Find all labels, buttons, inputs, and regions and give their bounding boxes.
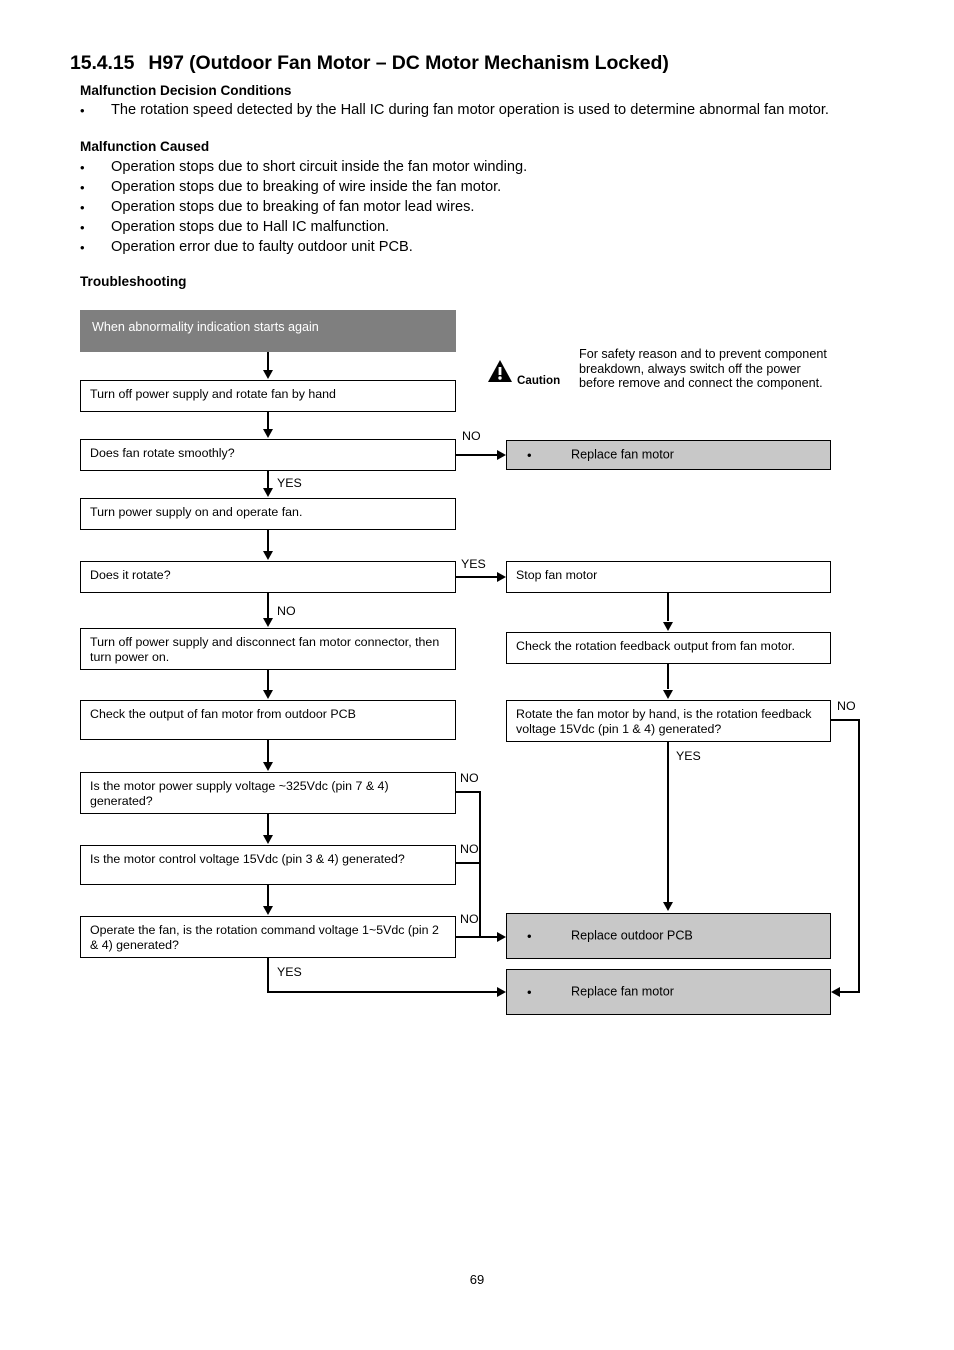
edge-label-no-power-supply: NO <box>460 771 479 785</box>
flow-node-stop-fan-motor: Stop fan motor <box>506 561 831 593</box>
flow-node-motor-control-voltage: Is the motor control voltage 15Vdc (pin … <box>80 845 456 885</box>
bullet-glyph: • <box>527 984 532 1000</box>
connector-line <box>456 454 480 456</box>
connector-line <box>267 471 269 489</box>
connector-arrow <box>262 488 273 497</box>
connector-line <box>267 991 499 993</box>
page-number: 69 <box>469 1272 485 1287</box>
connector-arrow <box>497 449 506 460</box>
connector-arrow <box>662 690 673 699</box>
connector-arrow <box>262 906 273 915</box>
connector-arrow <box>662 902 673 911</box>
connector-line <box>667 664 669 689</box>
edge-label-no-smoothly: NO <box>462 429 481 443</box>
connector-line <box>267 412 269 430</box>
flow-node-turn-off-rotate: Turn off power supply and rotate fan by … <box>80 380 456 412</box>
flow-node-rotate-by-hand: Rotate the fan motor by hand, is the rot… <box>506 700 831 742</box>
connector-line <box>479 791 481 937</box>
flow-node-start: When abnormality indication starts again <box>80 310 456 352</box>
flow-node-rotation-command: Operate the fan, is the rotation command… <box>80 916 456 958</box>
bullet-glyph: • <box>527 447 532 463</box>
flow-node-replace-outdoor-pcb: • Replace outdoor PCB <box>506 913 831 959</box>
flow-node-replace-fan-motor-top-label: Replace fan motor <box>571 447 674 462</box>
connector-arrow <box>262 551 273 560</box>
flow-node-replace-fan-motor-bottom: • Replace fan motor <box>506 969 831 1015</box>
flow-node-replace-fan-motor-top: • Replace fan motor <box>506 440 831 470</box>
connector-arrow <box>497 571 506 582</box>
edge-label-no-rotation-command: NO <box>460 912 479 926</box>
flow-node-disconnect-connector: Turn off power supply and disconnect fan… <box>80 628 456 670</box>
flow-node-check-output-pcb: Check the output of fan motor from outdo… <box>80 700 456 740</box>
flow-node-turn-on-operate: Turn power supply on and operate fan. <box>80 498 456 530</box>
edge-label-no-rotate: NO <box>277 604 296 618</box>
caution-text: For safety reason and to prevent compone… <box>579 347 827 391</box>
flow-node-does-it-rotate: Does it rotate? <box>80 561 456 593</box>
connector-line <box>267 885 269 907</box>
connector-line <box>267 530 269 552</box>
connector-line <box>858 719 860 992</box>
connector-line <box>267 814 269 836</box>
caution-label: Caution <box>517 374 561 387</box>
connector-arrow <box>831 986 840 997</box>
connector-line <box>479 454 499 456</box>
connector-line <box>831 719 860 721</box>
flow-node-fan-rotate-smoothly: Does fan rotate smoothly? <box>80 439 456 471</box>
connector-arrow <box>262 762 273 771</box>
connector-line <box>267 670 269 691</box>
connector-line <box>456 791 481 793</box>
connector-arrow <box>497 931 506 942</box>
connector-arrow <box>262 690 273 699</box>
troubleshooting-flowchart: When abnormality indication starts again… <box>0 0 954 1350</box>
edge-label-no-control-voltage: NO <box>460 842 479 856</box>
edge-label-yes-rotation-command: YES <box>277 965 302 979</box>
flow-node-replace-fan-motor-bottom-label: Replace fan motor <box>571 984 674 999</box>
flow-node-check-feedback: Check the rotation feedback output from … <box>506 632 831 664</box>
connector-line <box>667 742 669 903</box>
connector-line <box>667 593 669 621</box>
connector-line <box>267 352 269 371</box>
flow-node-replace-outdoor-pcb-label: Replace outdoor PCB <box>571 928 693 943</box>
connector-line <box>267 593 269 619</box>
connector-line <box>456 576 499 578</box>
connector-line <box>267 958 269 992</box>
connector-arrow <box>262 429 273 438</box>
edge-label-no-feedback: NO <box>837 699 856 713</box>
connector-arrow <box>497 986 506 997</box>
edge-label-yes-smoothly: YES <box>277 476 302 490</box>
connector-line <box>840 991 860 993</box>
connector-line <box>456 936 499 938</box>
connector-arrow <box>262 370 273 379</box>
bullet-glyph: • <box>527 928 532 944</box>
warning-triangle-icon <box>487 359 513 388</box>
connector-arrow <box>262 835 273 844</box>
connector-line <box>456 862 481 864</box>
connector-arrow <box>662 622 673 631</box>
connector-arrow <box>262 618 273 627</box>
flow-node-motor-power-supply: Is the motor power supply voltage ~325Vd… <box>80 772 456 814</box>
edge-label-yes-rotate: YES <box>461 557 486 571</box>
connector-line <box>267 740 269 763</box>
edge-label-yes-feedback: YES <box>676 749 701 763</box>
